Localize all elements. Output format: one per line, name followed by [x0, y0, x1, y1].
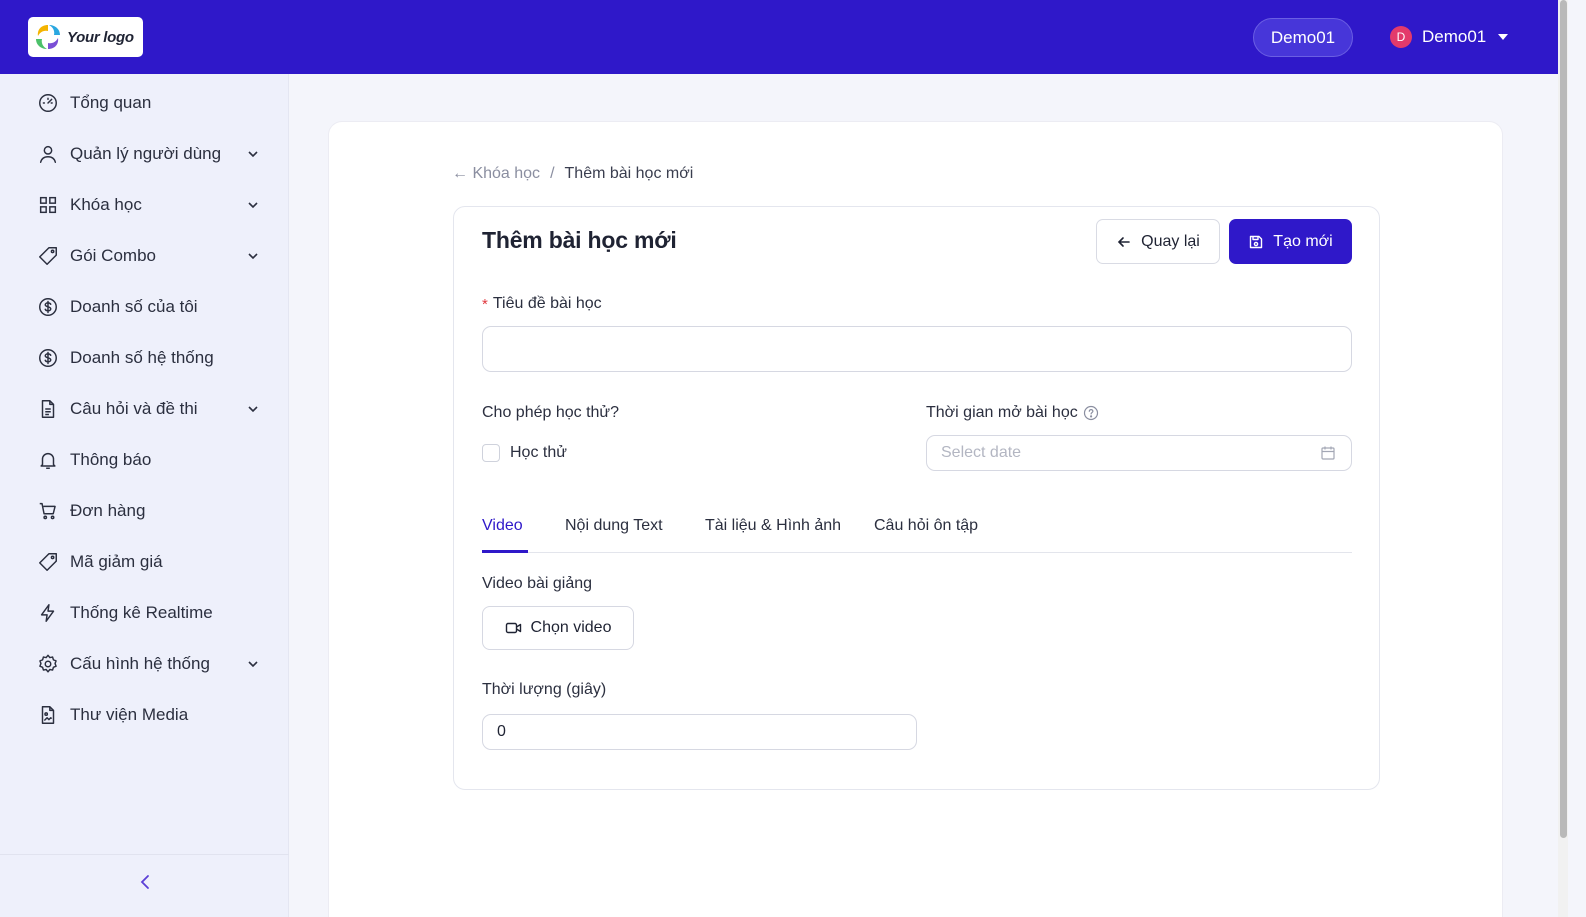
sidebar-item-users[interactable]: Quản lý người dùng	[0, 132, 289, 176]
sidebar-item-media-library[interactable]: Thư viện Media	[0, 693, 289, 737]
sidebar-item-realtime-stats[interactable]: Thống kê Realtime	[0, 591, 289, 635]
sidebar: Tổng quan Quản lý người dùng Khóa học Gó…	[0, 74, 289, 917]
page-title: Thêm bài học mới	[482, 227, 677, 253]
tab-review-questions[interactable]: Câu hỏi ôn tập	[874, 517, 978, 535]
calendar-icon[interactable]	[1320, 445, 1336, 461]
cart-icon	[39, 502, 56, 520]
sidebar-item-combo[interactable]: Gói Combo	[0, 234, 289, 278]
trial-checkbox-row[interactable]: Học thử	[482, 444, 567, 462]
gear-icon	[39, 654, 57, 673]
caret-down-icon	[1498, 34, 1509, 40]
lecture-video-label: Video bài giảng	[482, 575, 593, 592]
tag-icon	[39, 247, 57, 265]
sidebar-item-label: Doanh số hệ thống	[70, 348, 214, 367]
user-icon	[39, 145, 57, 163]
sidebar-item-label: Thống kê Realtime	[70, 603, 213, 622]
sidebar-item-label: Khóa học	[70, 195, 142, 214]
sidebar-item-overview[interactable]: Tổng quan	[0, 81, 289, 125]
sidebar-item-label: Quản lý người dùng	[70, 144, 222, 163]
sidebar-item-label: Tổng quan	[70, 93, 152, 112]
sidebar-item-discount-codes[interactable]: Mã giảm giá	[0, 540, 289, 584]
back-button[interactable]: Quay lại	[1096, 219, 1220, 264]
tag-icon	[39, 553, 57, 571]
lightning-icon	[40, 604, 55, 622]
open-date-picker[interactable]	[926, 435, 1352, 471]
breadcrumb: ← Khóa học / Thêm bài học mới	[452, 165, 693, 183]
dollar-icon	[39, 298, 57, 316]
dollar-icon	[39, 349, 57, 367]
help-circle-icon[interactable]	[1083, 405, 1099, 421]
sidebar-item-system-sales[interactable]: Doanh số hệ thống	[0, 336, 289, 380]
trial-checkbox-label: Học thử	[510, 444, 567, 461]
trial-label: Cho phép học thử?	[482, 404, 620, 421]
workspace-pill[interactable]: Demo01	[1253, 18, 1353, 57]
user-name: Demo01	[1422, 27, 1487, 46]
active-tab-indicator	[482, 550, 528, 553]
logo[interactable]: Your logo	[28, 17, 143, 57]
top-header: Your logo Demo01 D Demo01	[0, 0, 1558, 74]
tab-video[interactable]: Video	[482, 517, 523, 535]
breadcrumb-current: Thêm bài học mới	[564, 165, 694, 182]
arrow-left-icon	[1118, 236, 1130, 247]
scrollbar-thumb[interactable]	[1560, 0, 1567, 838]
open-time-label: Thời gian mở bài học	[926, 404, 1099, 422]
content-card: ← Khóa học / Thêm bài học mới Thêm bài h…	[328, 121, 1503, 917]
tab-documents-images[interactable]: Tài liệu & Hình ảnh	[705, 517, 841, 535]
choose-video-label: Chọn video	[530, 619, 612, 636]
chevron-left-icon[interactable]	[137, 872, 153, 892]
sidebar-item-label: Thông báo	[70, 450, 152, 469]
back-button-label: Quay lại	[1141, 232, 1200, 250]
page-scrollbar[interactable]	[1558, 0, 1568, 917]
sidebar-item-label: Gói Combo	[70, 246, 156, 265]
sidebar-item-label: Câu hỏi và đề thi	[70, 399, 198, 418]
sidebar-item-my-sales[interactable]: Doanh số của tôi	[0, 285, 289, 329]
create-button[interactable]: Tạo mới	[1229, 219, 1352, 264]
user-menu[interactable]: D Demo01	[1390, 24, 1509, 50]
grid-icon	[39, 196, 57, 214]
dashboard-icon	[39, 94, 57, 112]
logo-icon	[36, 25, 60, 49]
chevron-down-icon	[248, 406, 258, 413]
sidebar-item-label: Đơn hàng	[70, 501, 146, 520]
breadcrumb-link-courses[interactable]: ← Khóa học	[452, 165, 540, 183]
sidebar-item-notifications[interactable]: Thông báo	[0, 438, 289, 482]
sidebar-footer	[0, 854, 289, 917]
breadcrumb-separator: /	[550, 165, 555, 182]
open-time-label-text: Thời gian mở bài học	[926, 404, 1078, 421]
create-button-label: Tạo mới	[1273, 232, 1333, 250]
media-file-icon	[41, 706, 55, 724]
sidebar-item-label: Thư viện Media	[70, 705, 189, 724]
sidebar-item-questions[interactable]: Câu hỏi và đề thi	[0, 387, 289, 431]
video-camera-icon	[505, 622, 521, 634]
lesson-title-label: * Tiêu đề bài học	[482, 295, 602, 313]
bell-icon	[40, 452, 56, 469]
sidebar-item-label: Doanh số của tôi	[70, 297, 198, 316]
chevron-down-icon	[248, 202, 258, 209]
duration-input[interactable]	[482, 714, 917, 750]
lesson-form: Thêm bài học mới Quay lại Tạo mới * Tiêu…	[453, 206, 1380, 790]
sidebar-item-settings[interactable]: Cấu hình hệ thống	[0, 642, 289, 686]
trial-checkbox[interactable]	[482, 444, 500, 462]
avatar: D	[1390, 26, 1412, 48]
chevron-down-icon	[248, 151, 258, 158]
save-icon	[1250, 235, 1263, 248]
tab-text-content[interactable]: Nội dung Text	[565, 517, 663, 535]
lesson-title-label-text: Tiêu đề bài học	[492, 295, 602, 312]
logo-text: Your logo	[67, 28, 134, 46]
chevron-down-icon	[248, 253, 258, 260]
choose-video-button[interactable]: Chọn video	[482, 606, 634, 650]
duration-label: Thời lượng (giây)	[482, 681, 607, 698]
sidebar-item-orders[interactable]: Đơn hàng	[0, 489, 289, 533]
lesson-title-input[interactable]	[482, 326, 1352, 372]
document-icon	[41, 400, 55, 418]
sidebar-item-label: Cấu hình hệ thống	[70, 654, 210, 673]
required-mark: *	[482, 295, 488, 313]
sidebar-item-label: Mã giảm giá	[70, 552, 163, 571]
content-tabs: Video Nội dung Text Tài liệu & Hình ảnh …	[482, 507, 1352, 553]
sidebar-item-courses[interactable]: Khóa học	[0, 183, 289, 227]
chevron-down-icon	[248, 661, 258, 668]
